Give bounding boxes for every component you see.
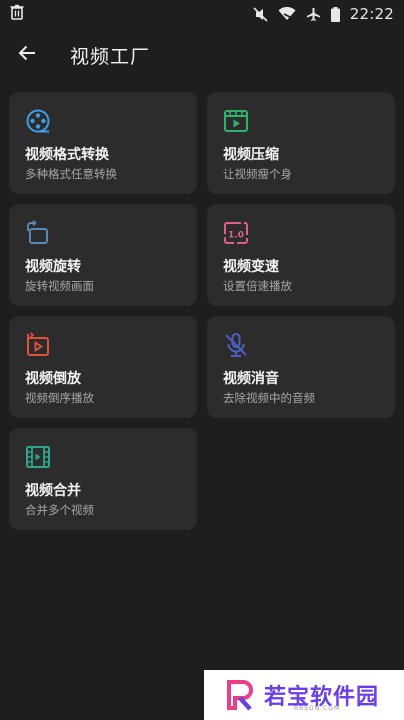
film-reel-icon xyxy=(25,108,51,134)
back-button[interactable] xyxy=(0,28,54,82)
page-title: 视频工厂 xyxy=(70,45,151,68)
video-compress-icon xyxy=(223,108,249,134)
back-arrow-icon[interactable] xyxy=(18,45,36,65)
status-time: 22:22 xyxy=(349,5,394,23)
tool-card-speed[interactable]: 1.0 视频变速 设置倍速播放 xyxy=(207,204,395,306)
card-desc: 多种格式任意转换 xyxy=(25,167,117,181)
rotate-icon xyxy=(25,220,51,246)
speed-icon: 1.0 xyxy=(223,220,249,246)
mute-icon xyxy=(253,6,268,22)
card-desc: 视频倒序播放 xyxy=(25,391,94,405)
airplane-icon xyxy=(306,7,321,22)
tool-card-rotate[interactable]: 视频旋转 旋转视频画面 xyxy=(9,204,197,306)
toolbar: 视频工厂 xyxy=(0,28,404,82)
card-title: 视频合并 xyxy=(25,483,81,499)
mute-mic-icon xyxy=(223,332,249,358)
reverse-play-icon xyxy=(25,332,51,358)
card-desc: 设置倍速播放 xyxy=(223,279,292,293)
tool-card-reverse[interactable]: 视频倒放 视频倒序播放 xyxy=(9,316,197,418)
wifi-icon xyxy=(278,7,296,21)
film-strip-icon xyxy=(25,444,51,470)
card-title: 视频压缩 xyxy=(223,147,279,163)
tool-card-mute[interactable]: 视频消音 去除视频中的音频 xyxy=(207,316,395,418)
battery-icon xyxy=(330,6,340,22)
tool-card-compress[interactable]: 视频压缩 让视频瘦个身 xyxy=(207,92,395,194)
card-desc: 让视频瘦个身 xyxy=(223,167,292,181)
watermark: 若宝软件园 RBSGN.COM xyxy=(204,670,404,720)
status-bar: 22:22 xyxy=(0,0,404,28)
card-title: 视频旋转 xyxy=(25,259,81,275)
card-desc: 合并多个视频 xyxy=(25,503,94,517)
svg-text:1.0: 1.0 xyxy=(228,231,244,241)
card-title: 视频格式转换 xyxy=(25,147,109,163)
card-desc: 去除视频中的音频 xyxy=(223,391,315,405)
watermark-logo-icon xyxy=(226,678,256,712)
trash-icon[interactable] xyxy=(10,4,24,24)
card-title: 视频倒放 xyxy=(25,371,81,387)
card-title: 视频变速 xyxy=(223,259,279,275)
watermark-subtext: RBSGN.COM xyxy=(294,705,341,712)
tool-card-format-convert[interactable]: 视频格式转换 多种格式任意转换 xyxy=(9,92,197,194)
card-title: 视频消音 xyxy=(223,371,279,387)
card-desc: 旋转视频画面 xyxy=(25,279,94,293)
tool-card-merge[interactable]: 视频合并 合并多个视频 xyxy=(9,428,197,530)
